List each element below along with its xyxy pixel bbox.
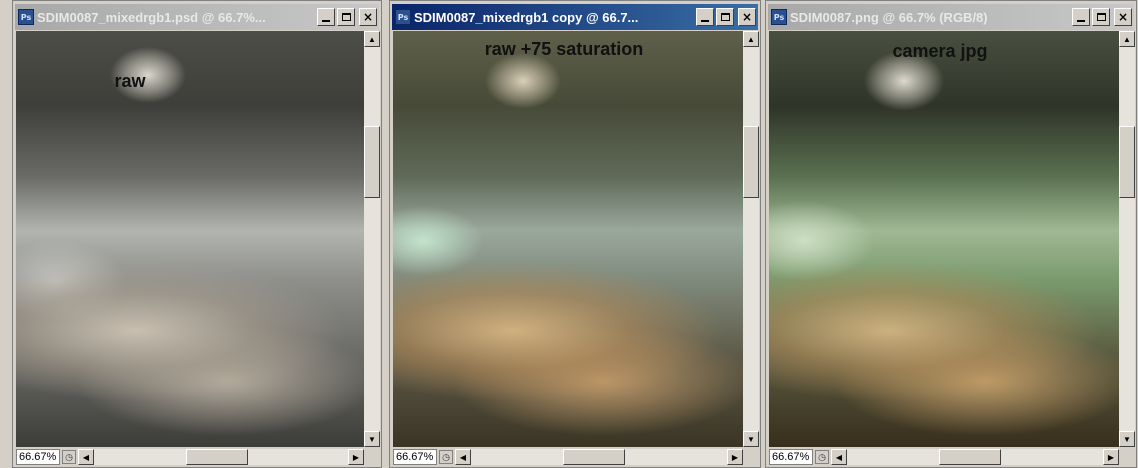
- vertical-scroll-thumb[interactable]: [1119, 126, 1135, 198]
- window-title: SDIM0087_mixedrgb1 copy @ 66.7...: [414, 9, 639, 25]
- vertical-scrollbar[interactable]: ▲ ▼: [743, 31, 759, 447]
- document-window-camera-jpg[interactable]: Ps SDIM0087.png @ 66.7% (RGB/8) × camera…: [765, 0, 1137, 468]
- minimize-button[interactable]: [1072, 8, 1090, 26]
- image-canvas[interactable]: camera jpg: [769, 31, 1119, 447]
- maximize-button[interactable]: [716, 8, 734, 26]
- status-info-icon[interactable]: ◷: [815, 450, 829, 464]
- vertical-scrollbar[interactable]: ▲ ▼: [1119, 31, 1135, 447]
- resize-grip[interactable]: [364, 449, 380, 465]
- scroll-up-button[interactable]: ▲: [743, 31, 759, 47]
- scroll-right-button[interactable]: ▶: [727, 449, 743, 465]
- zoom-level-field[interactable]: 66.67%: [16, 449, 60, 465]
- zoom-level-field[interactable]: 66.67%: [393, 449, 437, 465]
- image-canvas[interactable]: raw: [16, 31, 364, 447]
- horizontal-scrollbar[interactable]: ◀ ▶: [455, 449, 743, 465]
- arrow-up-icon: ▲: [1123, 34, 1131, 44]
- arrow-left-icon: ◀: [835, 452, 843, 462]
- comparison-label: raw: [114, 71, 146, 91]
- minimize-icon: [701, 19, 709, 22]
- vertical-scroll-thumb[interactable]: [364, 126, 380, 198]
- maximize-icon: [341, 13, 351, 21]
- arrow-left-icon: ◀: [82, 452, 90, 462]
- comparison-label: raw +75 saturation: [484, 39, 644, 59]
- horizontal-scrollbar[interactable]: ◀ ▶: [78, 449, 364, 465]
- document-window-raw-saturation[interactable]: Ps SDIM0087_mixedrgb1 copy @ 66.7... × r…: [389, 0, 761, 468]
- minimize-icon: [322, 19, 330, 22]
- arrow-right-icon: ▶: [731, 452, 739, 462]
- window-title: SDIM0087_mixedrgb1.psd @ 66.7%...: [37, 9, 266, 25]
- window-titlebar[interactable]: Ps SDIM0087_mixedrgb1 copy @ 66.7... ×: [392, 4, 758, 30]
- photoshop-document-icon[interactable]: Ps: [771, 9, 787, 25]
- scroll-down-button[interactable]: ▼: [743, 431, 759, 447]
- arrow-up-icon: ▲: [368, 34, 376, 44]
- minimize-button[interactable]: [317, 8, 335, 26]
- maximize-button[interactable]: [1092, 8, 1110, 26]
- arrow-down-icon: ▼: [1123, 434, 1131, 444]
- photoshop-document-icon[interactable]: Ps: [18, 9, 34, 25]
- vertical-scrollbar[interactable]: ▲ ▼: [364, 31, 380, 447]
- image-canvas[interactable]: raw +75 saturation: [393, 31, 743, 447]
- maximize-icon: [720, 13, 730, 21]
- arrow-down-icon: ▼: [368, 434, 376, 444]
- status-bar: 66.67% ◷ ◀ ▶: [769, 448, 1135, 466]
- arrow-up-icon: ▲: [747, 34, 755, 44]
- arrow-right-icon: ▶: [352, 452, 360, 462]
- resize-grip[interactable]: [743, 449, 759, 465]
- comparison-label: camera jpg: [892, 41, 988, 61]
- horizontal-scrollbar[interactable]: ◀ ▶: [831, 449, 1119, 465]
- close-button[interactable]: ×: [359, 8, 377, 26]
- photo-raw-saturation: [393, 31, 743, 447]
- scroll-left-button[interactable]: ◀: [455, 449, 471, 465]
- arrow-right-icon: ▶: [1107, 452, 1115, 462]
- scroll-up-button[interactable]: ▲: [364, 31, 380, 47]
- resize-grip[interactable]: [1119, 449, 1135, 465]
- close-button[interactable]: ×: [1114, 8, 1132, 26]
- minimize-icon: [1077, 19, 1085, 22]
- horizontal-scroll-thumb[interactable]: [939, 449, 1001, 465]
- window-titlebar[interactable]: Ps SDIM0087.png @ 66.7% (RGB/8) ×: [768, 4, 1134, 30]
- photoshop-document-icon[interactable]: Ps: [395, 9, 411, 25]
- status-bar: 66.67% ◷ ◀ ▶: [16, 448, 380, 466]
- zoom-level-field[interactable]: 66.67%: [769, 449, 813, 465]
- scroll-up-button[interactable]: ▲: [1119, 31, 1135, 47]
- window-title: SDIM0087.png @ 66.7% (RGB/8): [790, 9, 988, 25]
- horizontal-scroll-thumb[interactable]: [186, 449, 248, 465]
- status-info-icon[interactable]: ◷: [439, 450, 453, 464]
- status-info-icon[interactable]: ◷: [62, 450, 76, 464]
- photo-camera-jpg: [769, 31, 1119, 447]
- close-button[interactable]: ×: [738, 8, 756, 26]
- arrow-left-icon: ◀: [459, 452, 467, 462]
- document-window-raw[interactable]: Ps SDIM0087_mixedrgb1.psd @ 66.7%... × r…: [12, 0, 382, 468]
- status-bar: 66.67% ◷ ◀ ▶: [393, 448, 759, 466]
- scroll-down-button[interactable]: ▼: [1119, 431, 1135, 447]
- scroll-right-button[interactable]: ▶: [348, 449, 364, 465]
- arrow-down-icon: ▼: [747, 434, 755, 444]
- maximize-button[interactable]: [337, 8, 355, 26]
- scroll-down-button[interactable]: ▼: [364, 431, 380, 447]
- vertical-scroll-thumb[interactable]: [743, 126, 759, 198]
- horizontal-scroll-thumb[interactable]: [563, 449, 625, 465]
- minimize-button[interactable]: [696, 8, 714, 26]
- scroll-left-button[interactable]: ◀: [78, 449, 94, 465]
- scroll-right-button[interactable]: ▶: [1103, 449, 1119, 465]
- window-titlebar[interactable]: Ps SDIM0087_mixedrgb1.psd @ 66.7%... ×: [15, 4, 379, 30]
- scroll-left-button[interactable]: ◀: [831, 449, 847, 465]
- maximize-icon: [1096, 13, 1106, 21]
- photo-raw: [16, 31, 364, 447]
